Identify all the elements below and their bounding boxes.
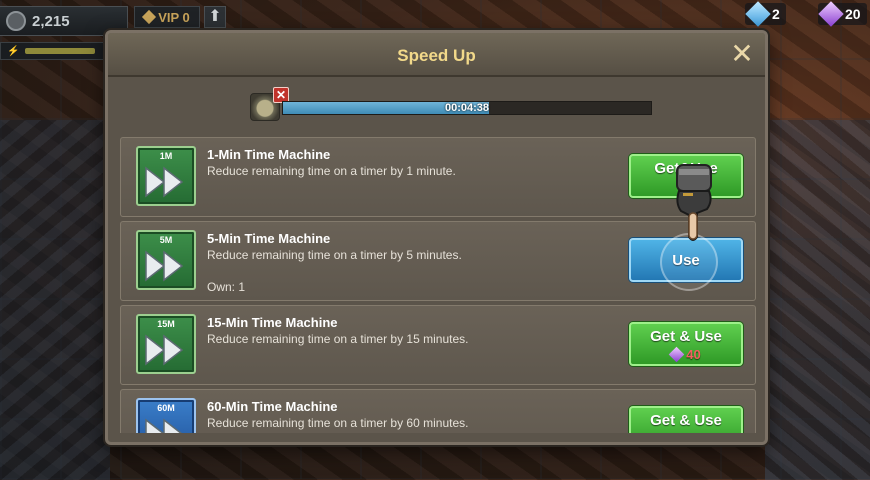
timer-text: 00:04:38 [444, 102, 490, 114]
fast-forward-icon [145, 334, 184, 366]
item-name: 5-Min Time Machine [207, 231, 331, 246]
item-owned-count: Own: 1 [207, 280, 246, 294]
time-machine-1m-icon: 1M [136, 146, 196, 206]
gem-cost: 40 [631, 346, 741, 363]
dialog-title: Speed Up [397, 46, 476, 65]
list-item: 60M 60-Min Time Machine Reduce remaining… [120, 389, 756, 433]
timer-row: ✕ 00:04:38 [250, 87, 655, 123]
item-tag: 60M [157, 403, 175, 413]
background-structure-left [0, 120, 110, 480]
item-tag: 5M [159, 235, 173, 245]
vip-diamond-icon [142, 9, 157, 25]
dialog-header: Speed Up ✕ [108, 33, 765, 77]
item-description: Reduce remaining time on a timer by 60 m… [207, 416, 469, 430]
get-and-use-button[interactable]: Get & Use [629, 406, 743, 433]
tutorial-pointer-hand-icon [676, 164, 712, 241]
bolt-icon: ⚡ [7, 45, 20, 57]
item-tag: 15M [157, 319, 175, 329]
resource-crystal[interactable]: 2 [745, 1, 786, 27]
upgrade-arrow-button[interactable]: ⬆ [204, 6, 226, 28]
blue-crystal-icon [745, 1, 771, 27]
vip-badge[interactable]: VIP 0 [134, 6, 200, 28]
item-list[interactable]: 1M 1-Min Time Machine Reduce remaining t… [120, 137, 756, 433]
speed-up-dialog: Speed Up ✕ ✕ 00:04:38 1M 1-Min Time Mach… [105, 30, 768, 445]
time-machine-5m-icon: 5M [136, 230, 196, 290]
item-name: 60-Min Time Machine [207, 399, 338, 414]
power-value: 2,215 [32, 12, 70, 30]
item-description: Reduce remaining time on a timer by 1 mi… [207, 164, 456, 178]
power-icon [6, 11, 26, 31]
item-tag: 1M [159, 151, 173, 161]
item-name: 1-Min Time Machine [207, 147, 331, 162]
button-label: Get & Use [650, 412, 722, 429]
gem-cost-value: 40 [686, 347, 701, 362]
experience-fill [25, 48, 96, 54]
fast-forward-icon [145, 418, 182, 433]
list-item: 15M 15-Min Time Machine Reduce remaining… [120, 305, 756, 385]
vip-label: VIP 0 [158, 9, 190, 25]
resource-crystal-value: 2 [772, 6, 780, 22]
background-structure-right [765, 120, 870, 480]
get-and-use-button[interactable]: Get & Use 40 [629, 322, 743, 366]
time-machine-60m-icon: 60M [136, 398, 196, 433]
fast-forward-icon [145, 250, 184, 282]
list-item: 1M 1-Min Time Machine Reduce remaining t… [120, 137, 756, 217]
item-name: 15-Min Time Machine [207, 315, 338, 330]
time-machine-15m-icon: 15M [136, 314, 196, 374]
timer-progress-bar: 00:04:38 [282, 101, 652, 115]
resource-gem[interactable]: 20 [818, 1, 867, 27]
resource-gem-value: 20 [845, 6, 861, 22]
close-button[interactable]: ✕ [729, 40, 755, 68]
fast-forward-icon [145, 166, 184, 198]
button-label: Get & Use [650, 328, 722, 345]
item-description: Reduce remaining time on a timer by 15 m… [207, 332, 469, 346]
experience-bar: ⚡ [0, 42, 110, 60]
item-description: Reduce remaining time on a timer by 5 mi… [207, 248, 462, 262]
purple-gem-icon [668, 346, 685, 363]
purple-gem-icon [818, 1, 844, 27]
